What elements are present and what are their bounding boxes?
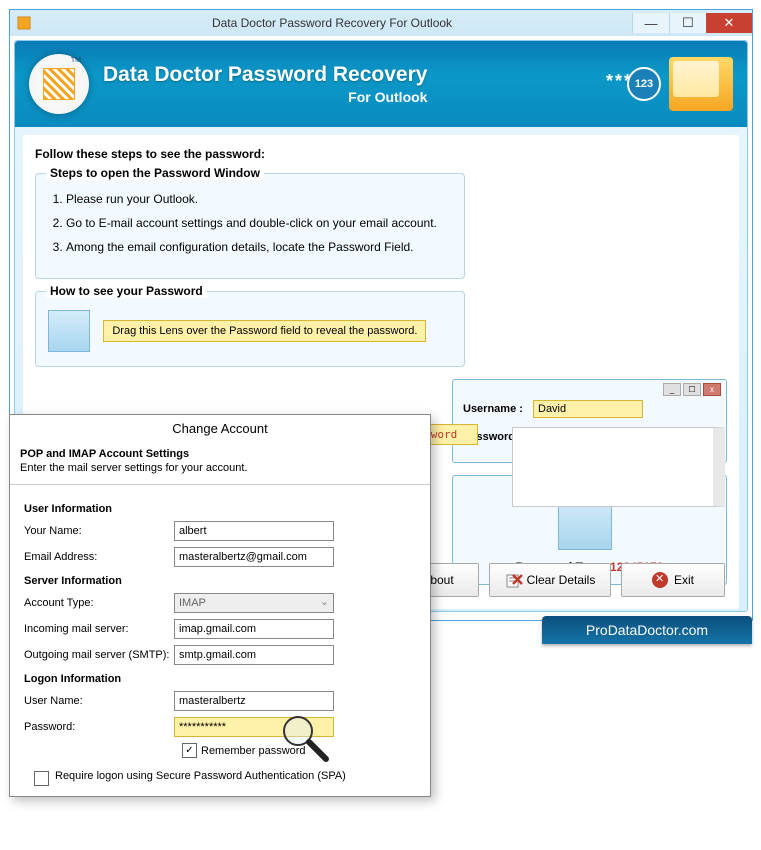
- step-item: Go to E-mail account settings and double…: [66, 216, 452, 230]
- server-info-section: Server Information: [24, 575, 416, 587]
- change-account-dialog: Change Account POP and IMAP Account Sett…: [9, 414, 431, 797]
- preview-username-label: Username :: [463, 403, 533, 415]
- clear-icon: [505, 572, 521, 588]
- preview-username-value: David: [533, 400, 643, 418]
- dialog-description: Enter the mail server settings for your …: [20, 462, 420, 474]
- envelope-clock-icon: [669, 57, 733, 111]
- footer-ribbon: ProDataDoctor.com: [542, 616, 752, 644]
- titlebar: Data Doctor Password Recovery For Outloo…: [10, 10, 752, 36]
- window-title: Data Doctor Password Recovery For Outloo…: [32, 16, 632, 30]
- header-banner: TM Data Doctor Password Recovery For Out…: [15, 41, 747, 127]
- dialog-subtitle: POP and IMAP Account Settings: [20, 448, 189, 460]
- maximize-button[interactable]: ☐: [669, 13, 706, 33]
- mini-maximize-icon: ☐: [683, 383, 701, 396]
- header-subtitle: For Outlook: [103, 89, 427, 105]
- your-name-label: Your Name:: [24, 525, 174, 537]
- header-title: Data Doctor Password Recovery: [103, 63, 427, 87]
- minimize-button[interactable]: —: [632, 13, 669, 33]
- account-type-select[interactable]: IMAP: [174, 593, 334, 613]
- lens-hint: Drag this Lens over the Password field t…: [103, 320, 426, 342]
- app-icon: [16, 15, 32, 31]
- incoming-server-field[interactable]: [174, 619, 334, 639]
- steps-open-fieldset: Steps to open the Password Window Please…: [35, 173, 465, 279]
- mini-minimize-icon: _: [663, 383, 681, 396]
- exit-button[interactable]: Exit: [621, 563, 725, 597]
- steps-open-legend: Steps to open the Password Window: [46, 166, 264, 180]
- steps-heading: Follow these steps to see the password:: [35, 147, 465, 161]
- account-type-label: Account Type:: [24, 597, 174, 609]
- incoming-label: Incoming mail server:: [24, 623, 174, 635]
- outgoing-server-field[interactable]: [174, 645, 334, 665]
- dialog-title: Change Account: [10, 415, 430, 442]
- user-info-section: User Information: [24, 503, 416, 515]
- close-button[interactable]: ✕: [706, 13, 752, 33]
- result-output-box[interactable]: [512, 427, 725, 507]
- mini-close-icon: x: [703, 383, 721, 396]
- logon-password-label: Password:: [24, 721, 174, 733]
- logo-icon: TM: [29, 54, 89, 114]
- email-field[interactable]: [174, 547, 334, 567]
- how-to-see-legend: How to see your Password: [46, 284, 207, 298]
- remember-password-checkbox[interactable]: ✓: [182, 743, 197, 758]
- step-item: Among the email configuration details, l…: [66, 240, 452, 254]
- lens-tool-icon[interactable]: [48, 310, 90, 352]
- logon-username-label: User Name:: [24, 695, 174, 707]
- step-item: Please run your Outlook.: [66, 192, 452, 206]
- clear-details-button[interactable]: Clear Details: [489, 563, 611, 597]
- spa-label: Require logon using Secure Password Auth…: [55, 770, 346, 782]
- spa-checkbox[interactable]: [34, 771, 49, 786]
- email-label: Email Address:: [24, 551, 174, 563]
- how-to-see-fieldset: How to see your Password Drag this Lens …: [35, 291, 465, 367]
- magnifier-overlay-icon[interactable]: [280, 713, 330, 766]
- logon-username-field[interactable]: [174, 691, 334, 711]
- password-badge-icon: ***123: [606, 67, 661, 101]
- logon-info-section: Logon Information: [24, 673, 416, 685]
- exit-icon: [652, 572, 668, 588]
- your-name-field[interactable]: [174, 521, 334, 541]
- outgoing-label: Outgoing mail server (SMTP):: [24, 649, 174, 661]
